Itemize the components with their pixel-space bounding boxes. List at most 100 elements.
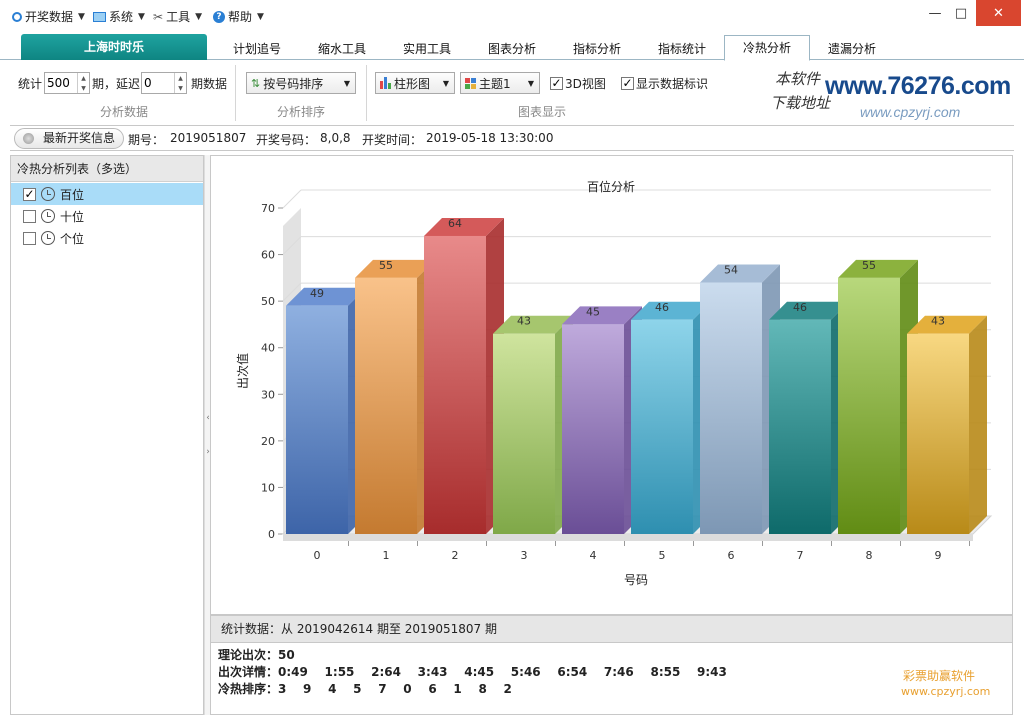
- data-label: 46: [793, 301, 807, 314]
- logo-line2: 下载地址: [770, 94, 831, 112]
- checkbox-empty-icon[interactable]: [23, 209, 36, 223]
- stepper-arrows[interactable]: ▲ ▼: [77, 73, 89, 93]
- checkbox-empty-icon[interactable]: [23, 231, 36, 245]
- x-tick-label: 4: [590, 549, 597, 562]
- chart-panel: 0 10 20 30 40 50 60 70 49 0 55 1 64 2 43 3 45 4 46 5 54 6 46 7 5…: [210, 155, 1013, 615]
- menu-system[interactable]: 系统 ▼: [93, 8, 145, 25]
- y-axis-label: 出次值: [235, 353, 250, 389]
- show-labels-checkbox[interactable]: ✓ 显示数据标识: [621, 75, 708, 92]
- menu-help[interactable]: ? 帮助 ▼: [213, 8, 264, 25]
- tab-index-stats[interactable]: 指标统计: [645, 39, 719, 60]
- list-item-units[interactable]: 个位: [11, 227, 203, 249]
- checkmark-icon[interactable]: ✓: [23, 187, 36, 201]
- bar-side: [969, 315, 987, 534]
- x-tick-label: 8: [866, 549, 873, 562]
- palette-icon: [465, 77, 476, 89]
- chart-type-combo[interactable]: 柱形图 ▼: [375, 72, 455, 94]
- watermark-url: www.cpzyrj.com: [901, 685, 991, 698]
- y-tick-label: 10: [261, 481, 275, 494]
- separator: [235, 65, 236, 121]
- view3d-checkbox[interactable]: ✓ 3D视图: [550, 75, 606, 92]
- close-button[interactable]: ✕: [976, 0, 1021, 26]
- latest-draw-button[interactable]: 最新开奖信息: [14, 128, 124, 149]
- tab-plan[interactable]: 计划追号: [220, 39, 294, 60]
- y-tick-label: 30: [261, 388, 275, 401]
- tab-hotcold[interactable]: 冷热分析: [724, 35, 810, 61]
- caret-down-icon: ▼: [257, 11, 264, 22]
- stats-body: 理论出次：50 出次详情：0:49 1:55 2:64 3:43 4:45 5:…: [210, 643, 1013, 715]
- logo-site-sub: www.cpzyrj.com: [860, 104, 961, 120]
- bar: [493, 333, 555, 534]
- caret-down-icon: ▼: [78, 11, 85, 22]
- tab-shrink[interactable]: 缩水工具: [305, 39, 379, 60]
- stepper-arrows[interactable]: ▲ ▼: [174, 73, 186, 93]
- y-tick-label: 50: [261, 295, 275, 308]
- circle-icon: [12, 11, 22, 22]
- data-label: 45: [586, 305, 600, 318]
- clock-icon: [41, 231, 55, 245]
- down-arrow-icon: ▼: [178, 84, 183, 92]
- menu-kaijiang[interactable]: 开奖数据 ▼: [12, 8, 85, 25]
- sort-combo[interactable]: ⇅ 按号码排序 ▼: [246, 72, 356, 94]
- delay-stepper[interactable]: ▲▼: [141, 72, 187, 94]
- clock-icon: [41, 187, 55, 201]
- x-axis-label: 号码: [624, 573, 648, 587]
- sort-icon: ⇅: [251, 76, 261, 90]
- data-label: 46: [655, 301, 669, 314]
- clock-icon: [41, 209, 55, 223]
- hotcold-rank: 冷热排序：3 9 4 5 7 0 6 1 8 2: [218, 682, 512, 696]
- caret-down-icon: ▼: [195, 11, 202, 22]
- y-tick-label: 40: [261, 342, 275, 355]
- data-label: 49: [310, 287, 324, 300]
- data-label: 64: [448, 217, 462, 230]
- menu-tools[interactable]: ✂ 工具 ▼: [153, 8, 202, 25]
- stat-count-stepper[interactable]: ▲▼: [44, 72, 90, 94]
- up-arrow-icon: ▲: [81, 74, 86, 82]
- tab-chart-analysis[interactable]: 图表分析: [475, 39, 549, 60]
- view3d-label: 3D视图: [565, 77, 606, 91]
- time-label: 开奖时间：: [362, 133, 423, 147]
- tab-utility[interactable]: 实用工具: [390, 39, 464, 60]
- latest-draw-bar: 最新开奖信息 期号： 2019051807 开奖号码： 8,0,8 开奖时间： …: [10, 125, 1014, 151]
- chart-title: 百位分析: [587, 179, 635, 194]
- period-label: 期号：: [128, 133, 165, 147]
- watermark-text: 彩票助赢软件: [903, 669, 976, 683]
- menu-tools-label: 工具: [166, 10, 191, 24]
- site-logo: 本软件 下载地址 www.76276.com www.cpzyrj.com: [770, 66, 1011, 126]
- tab-bar: 上海时时乐 计划追号 缩水工具 实用工具 图表分析 指标分析 指标统计 冷热分析…: [0, 34, 1024, 61]
- maximize-button[interactable]: □: [946, 0, 976, 26]
- bar: [355, 277, 417, 534]
- data-label: 43: [517, 315, 531, 328]
- list-item-tens[interactable]: 十位: [11, 205, 203, 227]
- bar: [700, 282, 762, 534]
- period-delay-label: 期，延迟: [92, 77, 141, 91]
- monitor-icon: [93, 11, 106, 22]
- x-tick-label: 3: [521, 549, 528, 562]
- data-label: 55: [862, 259, 876, 272]
- show-labels-label: 显示数据标识: [636, 77, 709, 91]
- tab-index-analysis[interactable]: 指标分析: [560, 39, 634, 60]
- checkmark-icon: ✓: [550, 76, 563, 90]
- x-tick-label: 1: [383, 549, 390, 562]
- x-tick-label: 5: [659, 549, 666, 562]
- up-arrow-icon: ▲: [178, 74, 183, 82]
- group-caption-analysis-data: 分析数据: [99, 105, 148, 119]
- data-label: 43: [931, 315, 945, 328]
- tab-brand[interactable]: 上海时时乐: [21, 34, 207, 60]
- numbers-label: 开奖号码：: [256, 133, 317, 147]
- y-tick-label: 0: [268, 528, 275, 541]
- menu-help-label: 帮助: [228, 10, 253, 24]
- list-item-label: 十位: [60, 209, 85, 224]
- tab-omission[interactable]: 遗漏分析: [815, 39, 889, 60]
- list-item-label: 个位: [60, 231, 85, 246]
- numbers-value: 8,0,8: [320, 131, 351, 145]
- hotcold-list-panel: 冷热分析列表（多选） ✓ 百位 十位 个位: [10, 155, 204, 715]
- list-item-hundreds[interactable]: ✓ 百位: [11, 183, 203, 205]
- bar: [424, 235, 486, 534]
- logo-site: www.76276.com: [825, 72, 1011, 100]
- theme-value: 主题1: [479, 76, 511, 91]
- dropdown-arrow-icon: ▼: [442, 79, 449, 88]
- theme-combo[interactable]: 主题1 ▼: [460, 72, 540, 94]
- caret-down-icon: ▼: [138, 11, 145, 22]
- x-tick-label: 0: [314, 549, 321, 562]
